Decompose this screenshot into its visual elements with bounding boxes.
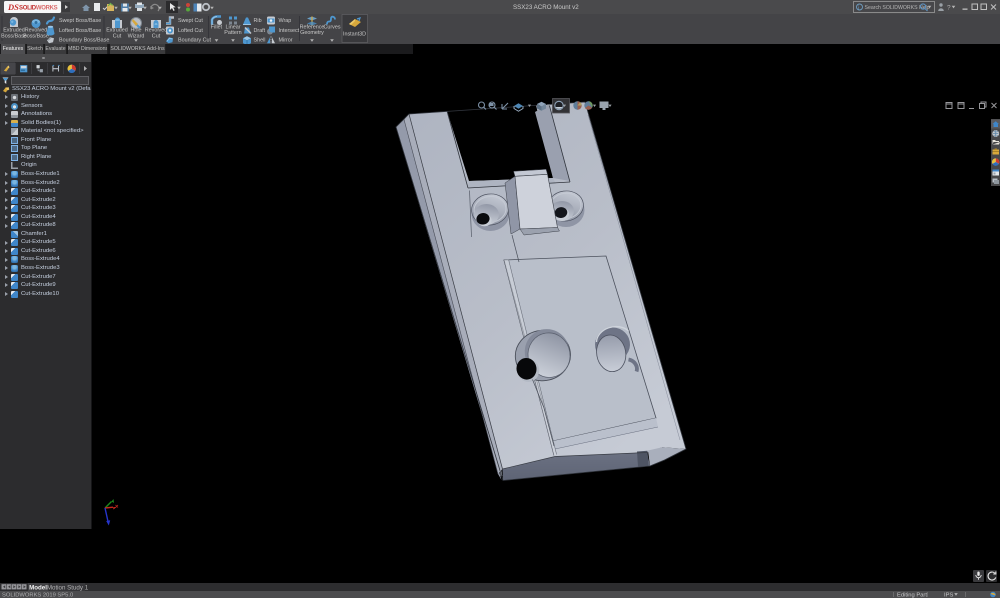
svg-text:SOLIDWORKS: SOLIDWORKS: [19, 6, 58, 12]
svg-text:DS: DS: [7, 2, 19, 12]
svg-text:Cut: Cut: [152, 33, 161, 39]
svg-text:Intersect: Intersect: [279, 28, 300, 34]
svg-text:Boss/Base: Boss/Base: [23, 33, 49, 39]
svg-text:Shell: Shell: [254, 37, 266, 43]
svg-text:Boundary Cut: Boundary Cut: [178, 37, 211, 43]
svg-text:Curves: Curves: [323, 24, 340, 30]
svg-text:Pattern: Pattern: [224, 30, 241, 36]
svg-text:Mirror: Mirror: [279, 37, 293, 43]
svg-text:Editing Part: Editing Part: [897, 593, 927, 598]
svg-text:Rib: Rib: [254, 18, 262, 24]
svg-text:i: i: [858, 5, 859, 11]
svg-text:SSX23 ACRO Mount v2: SSX23 ACRO Mount v2: [513, 4, 579, 11]
svg-text:Lofted Cut: Lofted Cut: [178, 28, 203, 34]
svg-text:IPS: IPS: [944, 593, 953, 598]
svg-text:Wrap: Wrap: [279, 18, 292, 24]
svg-text:Lofted Boss/Base: Lofted Boss/Base: [59, 28, 101, 34]
svg-text:Fillet: Fillet: [211, 24, 223, 30]
svg-text:Instant3D: Instant3D: [343, 32, 366, 38]
svg-text:Model: Model: [29, 584, 47, 591]
svg-text:Swept Cut: Swept Cut: [178, 18, 203, 24]
svg-text:Boundary Boss/Base: Boundary Boss/Base: [59, 37, 109, 43]
svg-text:SOLIDWORKS 2019 SP5.0: SOLIDWORKS 2019 SP5.0: [2, 593, 73, 598]
svg-text:Swept Boss/Base: Swept Boss/Base: [59, 18, 101, 24]
svg-text:Cut: Cut: [113, 33, 122, 39]
svg-text:Motion Study 1: Motion Study 1: [47, 584, 89, 591]
svg-text:Draft: Draft: [254, 28, 266, 34]
svg-text:?: ?: [947, 5, 951, 12]
svg-text:Geometry: Geometry: [300, 30, 324, 36]
svg-text:Wizard: Wizard: [128, 33, 145, 39]
